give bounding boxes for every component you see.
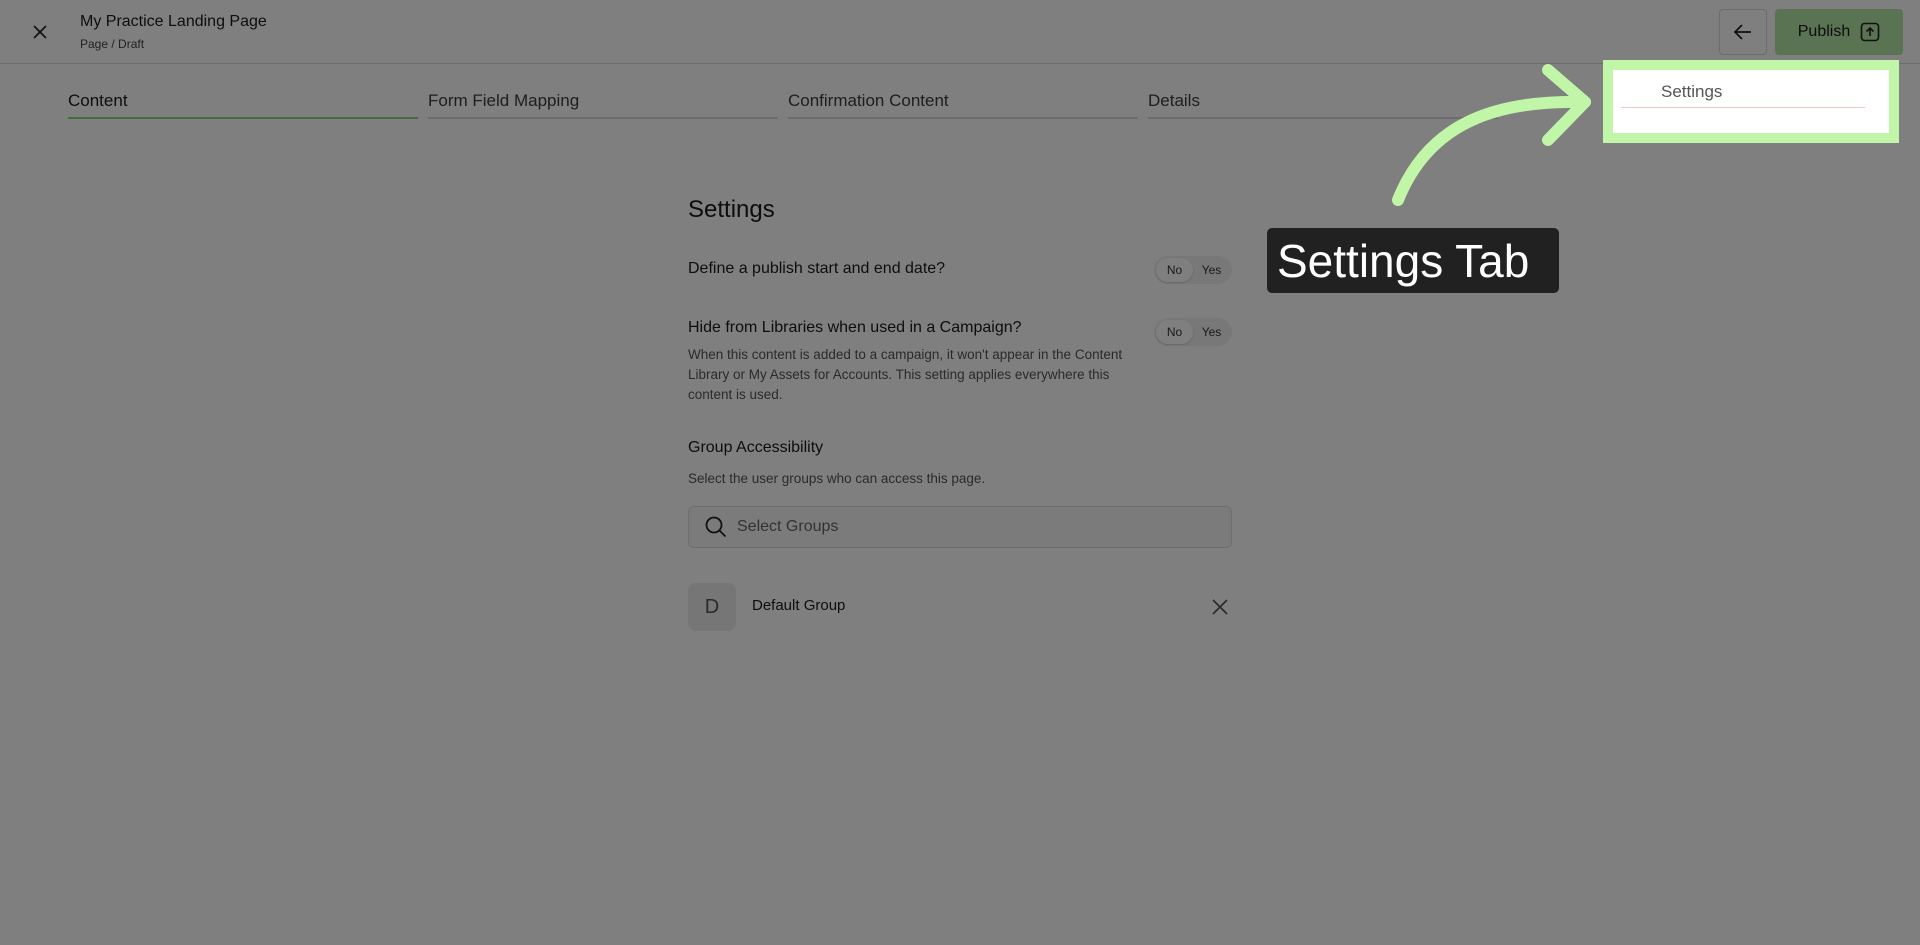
settings-tab-highlight: Settings: [1603, 60, 1899, 143]
pointer-arrow-icon: [1392, 64, 1591, 206]
tab-settings[interactable]: Settings: [1621, 76, 1865, 108]
annotation-callout: Settings Tab: [1267, 228, 1559, 293]
